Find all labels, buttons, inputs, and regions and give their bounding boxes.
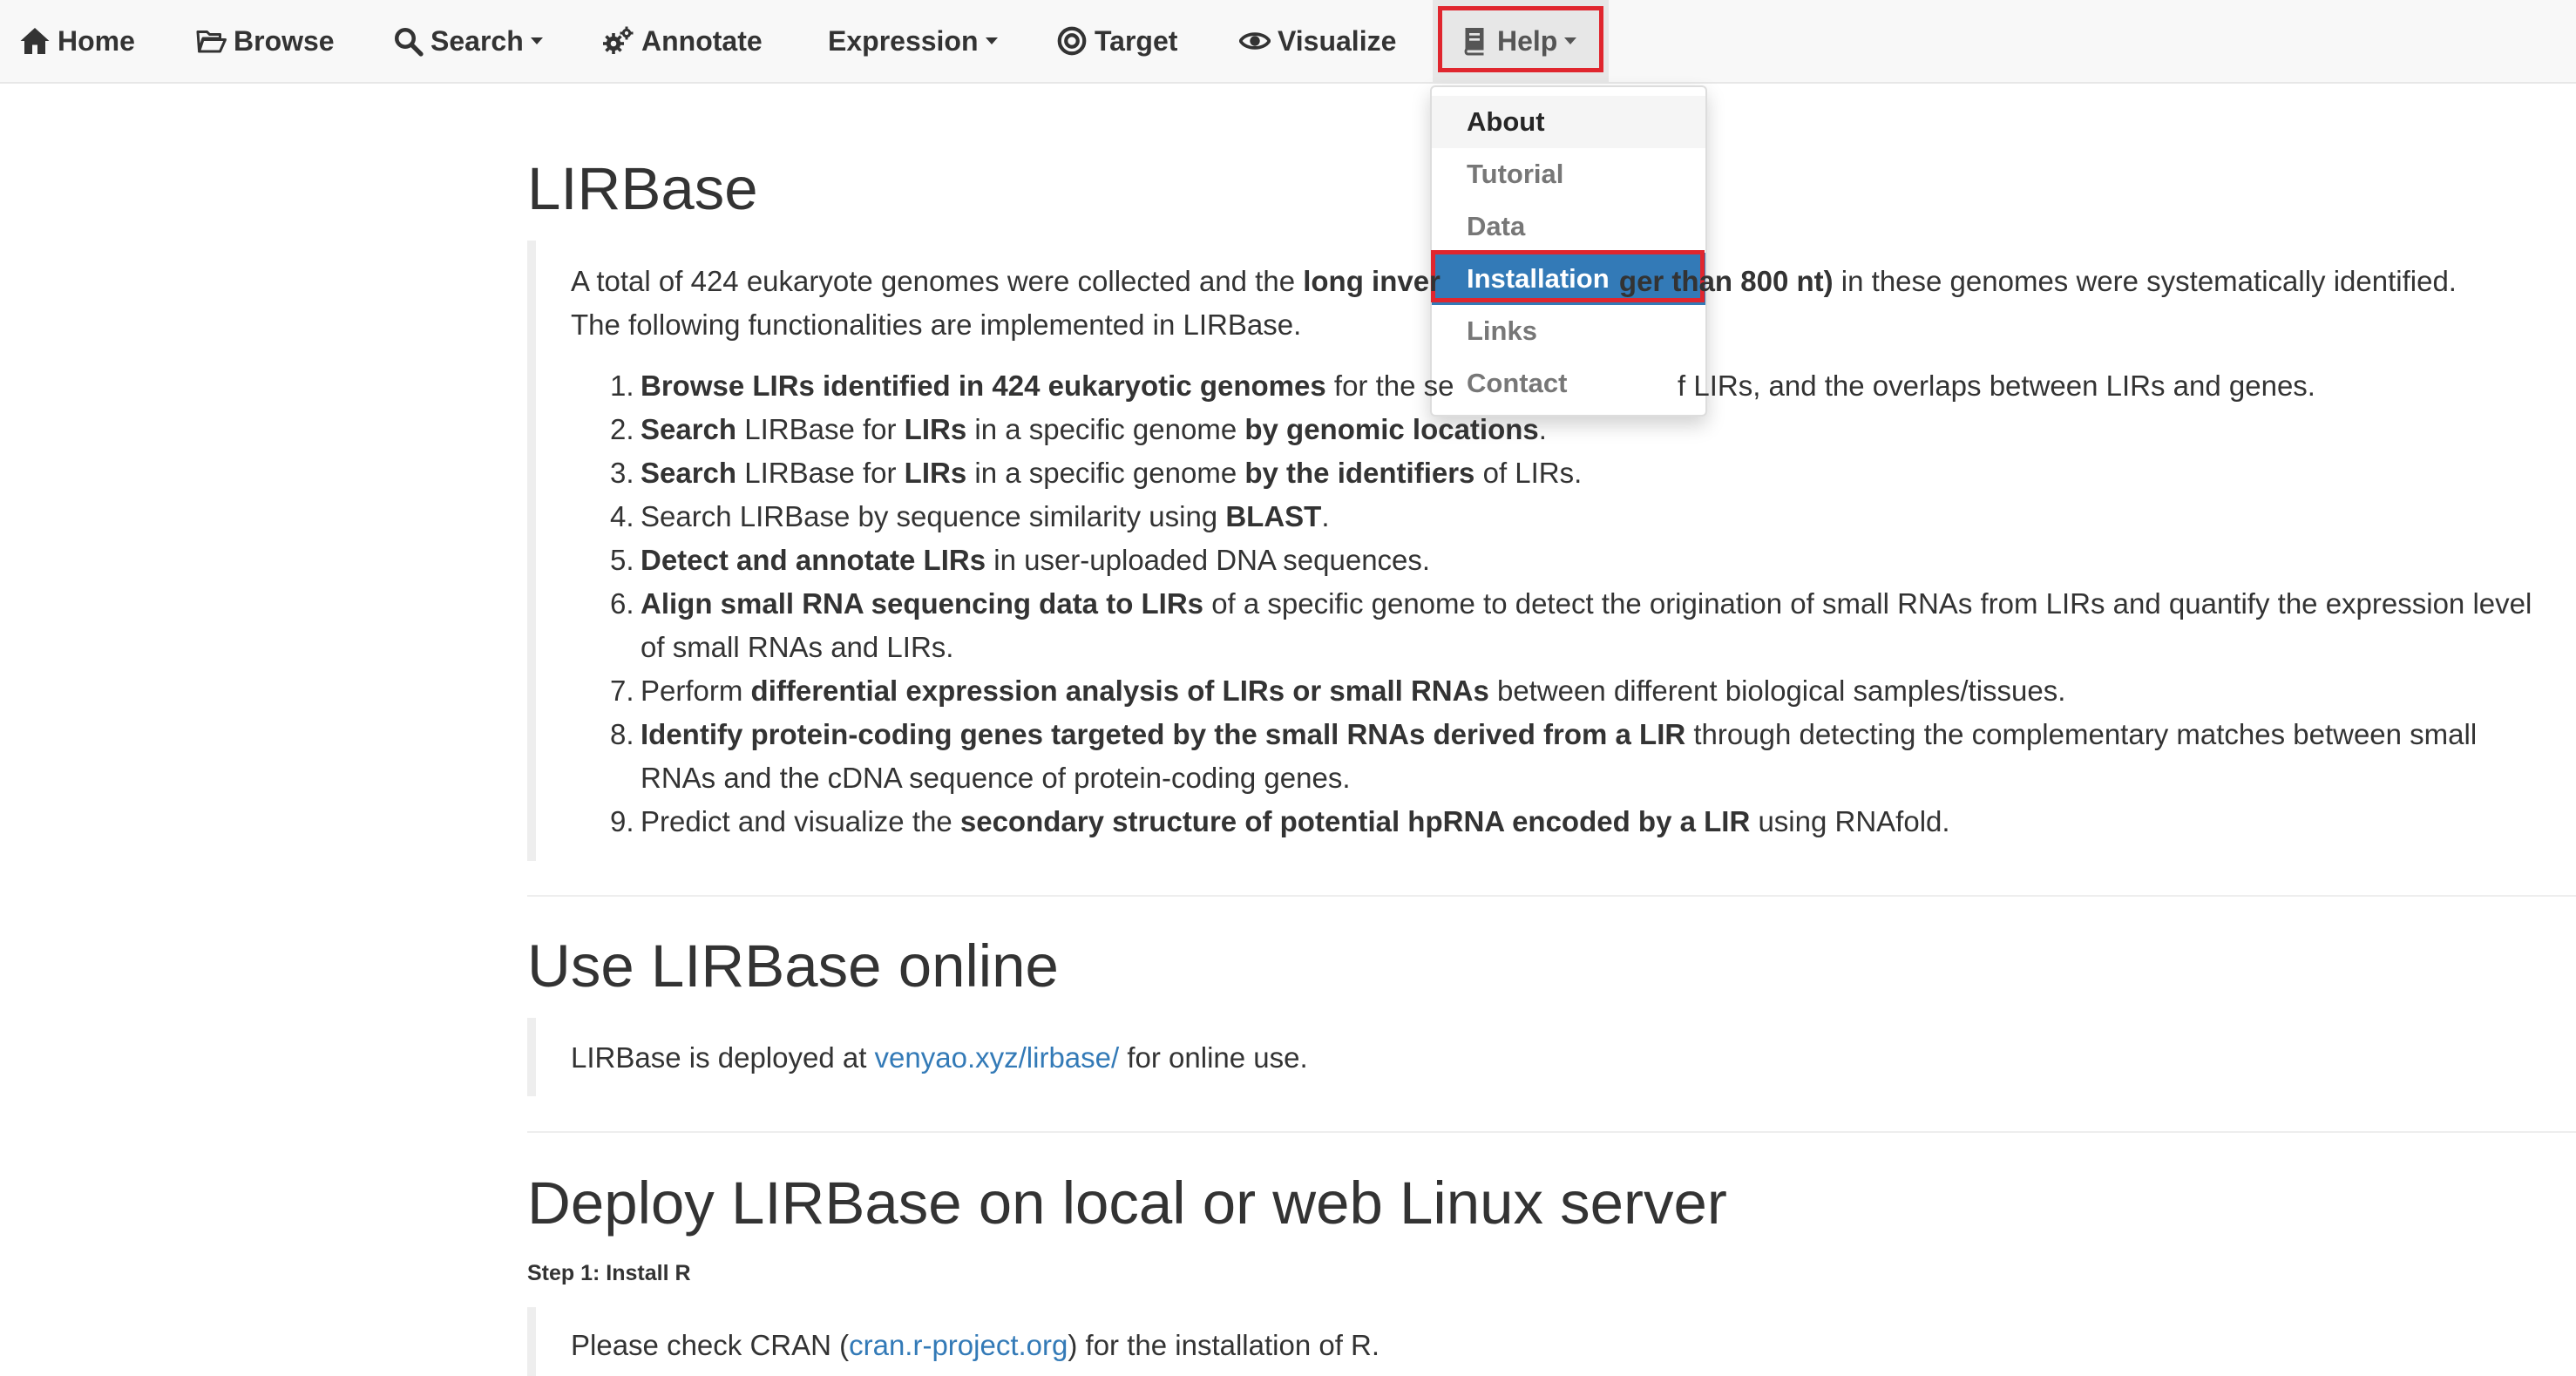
list-item: Detect and annotate LIRs in user-uploade…	[641, 539, 2540, 582]
eye-icon	[1239, 32, 1271, 50]
list-item: Predict and visualize the secondary stru…	[641, 800, 2540, 844]
list-item-text: f LIRs, and the overlaps between LIRs an…	[1678, 369, 2315, 402]
list-item-bold: LIRs	[904, 457, 967, 489]
deploy-text-after: ) for the installation of R.	[1068, 1329, 1380, 1361]
intro-bold-2: ger than 800 nt)	[1618, 265, 1834, 297]
nav-help-label: Help	[1497, 24, 1558, 57]
list-item: Search LIRBase by sequence similarity us…	[641, 495, 2540, 539]
list-number: 5.	[610, 544, 634, 576]
intro-text-line-1: A total of 424 eukaryote genomes were co…	[571, 260, 2558, 303]
section-divider	[527, 895, 2576, 897]
nav-home[interactable]: Home	[19, 0, 135, 82]
online-text-before: LIRBase is deployed at	[571, 1041, 875, 1074]
nav-target-label: Target	[1095, 24, 1178, 57]
list-item-bold: Identify protein-coding genes targeted b…	[641, 718, 1686, 750]
list-item: Search LIRBase for LIRs in a specific ge…	[641, 408, 2540, 451]
list-item-text: .	[1538, 413, 1547, 445]
list-item-bold: Search	[641, 457, 737, 489]
list-item: Identify protein-coding genes targeted b…	[641, 713, 2540, 800]
list-item-bold: BLAST	[1225, 500, 1322, 532]
nav-annotate[interactable]: Annotate	[603, 0, 763, 82]
intro-text-line-2: The following functionalities are implem…	[571, 308, 1302, 341]
deploy-blockquote	[527, 1307, 536, 1376]
nav-search-label: Search	[430, 24, 524, 57]
list-number: 2.	[610, 413, 634, 445]
chevron-down-icon	[985, 37, 998, 44]
section-title-online: Use LIRBase online	[527, 932, 1059, 1000]
list-item-bold: Detect and annotate LIRs	[641, 544, 986, 576]
cran-link[interactable]: cran.r-project.org	[849, 1329, 1068, 1361]
online-text: LIRBase is deployed at venyao.xyz/lirbas…	[571, 1036, 2558, 1080]
list-item-text: between different biological samples/tis…	[1488, 674, 2066, 707]
list-item-bold: Browse LIRs identified in 424 eukaryotic…	[641, 369, 1326, 402]
list-item-bold: by the identifiers	[1244, 457, 1475, 489]
intro-bold-1: long inver	[1303, 265, 1441, 297]
intro-text-2: in these genomes were systematically ide…	[1833, 265, 2457, 297]
list-item-bold: Align small RNA sequencing data to LIRs	[641, 587, 1204, 620]
list-item-text: Perform	[641, 674, 751, 707]
deploy-text: Please check CRAN (cran.r-project.org) f…	[571, 1324, 2558, 1367]
list-item-text: LIRBase for	[736, 413, 905, 445]
intro-text-1: A total of 424 eukaryote genomes were co…	[571, 265, 1304, 297]
list-item: Search LIRBase for LIRs in a specific ge…	[641, 451, 2540, 495]
list-number: 6.	[610, 587, 634, 620]
list-item-text: in a specific genome	[966, 413, 1245, 445]
list-item-continuation: f LIRs, and the overlaps between LIRs an…	[1678, 364, 2549, 408]
nav-visualize-label: Visualize	[1278, 24, 1397, 57]
nav-expression-label: Expression	[828, 24, 979, 57]
page-title: LIRBase	[527, 155, 758, 222]
nav-browse[interactable]: Browse	[195, 0, 335, 82]
list-number: 9.	[610, 805, 634, 837]
online-link[interactable]: venyao.xyz/lirbase/	[875, 1041, 1120, 1074]
list-item-text: using RNAfold.	[1750, 805, 1950, 837]
list-item: Align small RNA sequencing data to LIRs …	[641, 582, 2540, 669]
cogs-icon	[603, 26, 634, 54]
nav-search[interactable]: Search	[392, 0, 543, 82]
list-number: 4.	[610, 500, 634, 532]
list-item-bold: differential expression analysis of LIRs…	[750, 674, 1489, 707]
nav-help[interactable]: Help	[1433, 0, 1609, 82]
search-icon	[395, 28, 424, 57]
folder-open-icon	[196, 31, 227, 53]
list-item-bold: secondary structure of potential hpRNA e…	[959, 805, 1751, 837]
list-item-text: in user-uploaded DNA sequences.	[986, 544, 1431, 576]
menu-item-data[interactable]: Data	[1432, 200, 1705, 253]
list-item: Perform differential expression analysis…	[641, 669, 2540, 713]
target-icon	[1057, 26, 1087, 56]
top-navbar: Home Browse Search Annotate Expression T…	[0, 0, 2576, 84]
list-item-text: for the se	[1325, 369, 1454, 402]
step-1-heading: Step 1: Install R	[527, 1261, 691, 1285]
list-item-text: Predict and visualize the	[641, 805, 960, 837]
section-divider	[527, 1131, 2576, 1133]
list-number: 8.	[610, 718, 634, 750]
nav-expression[interactable]: Expression	[828, 0, 998, 82]
nav-target[interactable]: Target	[1056, 0, 1177, 82]
menu-item-tutorial[interactable]: Tutorial	[1432, 148, 1705, 200]
nav-browse-label: Browse	[234, 24, 335, 57]
section-title-deploy: Deploy LIRBase on local or web Linux ser…	[527, 1169, 1727, 1237]
chevron-down-icon	[530, 37, 543, 44]
online-blockquote	[527, 1018, 536, 1096]
list-item-bold: LIRs	[904, 413, 967, 445]
list-item-bold: Search	[641, 413, 737, 445]
nav-annotate-label: Annotate	[641, 24, 763, 57]
list-number: 7.	[610, 674, 634, 707]
list-item-text: .	[1321, 500, 1330, 532]
deploy-text-before: Please check CRAN (	[571, 1329, 850, 1361]
nav-visualize[interactable]: Visualize	[1239, 0, 1396, 82]
list-item-text: of LIRs.	[1474, 457, 1583, 489]
list-number: 3.	[610, 457, 634, 489]
online-text-after: for online use.	[1119, 1041, 1308, 1074]
book-icon	[1464, 28, 1484, 56]
menu-item-about[interactable]: About	[1432, 96, 1705, 148]
list-item-text: LIRBase for	[736, 457, 905, 489]
list-item-text: Search LIRBase by sequence similarity us…	[641, 500, 1226, 532]
home-icon	[20, 28, 50, 54]
chevron-down-icon	[1564, 37, 1577, 44]
list-item-bold: by genomic locations	[1244, 413, 1539, 445]
nav-home-label: Home	[58, 24, 135, 57]
list-number: 1.	[610, 369, 634, 402]
list-item-text: in a specific genome	[966, 457, 1245, 489]
intro-blockquote	[527, 241, 536, 861]
